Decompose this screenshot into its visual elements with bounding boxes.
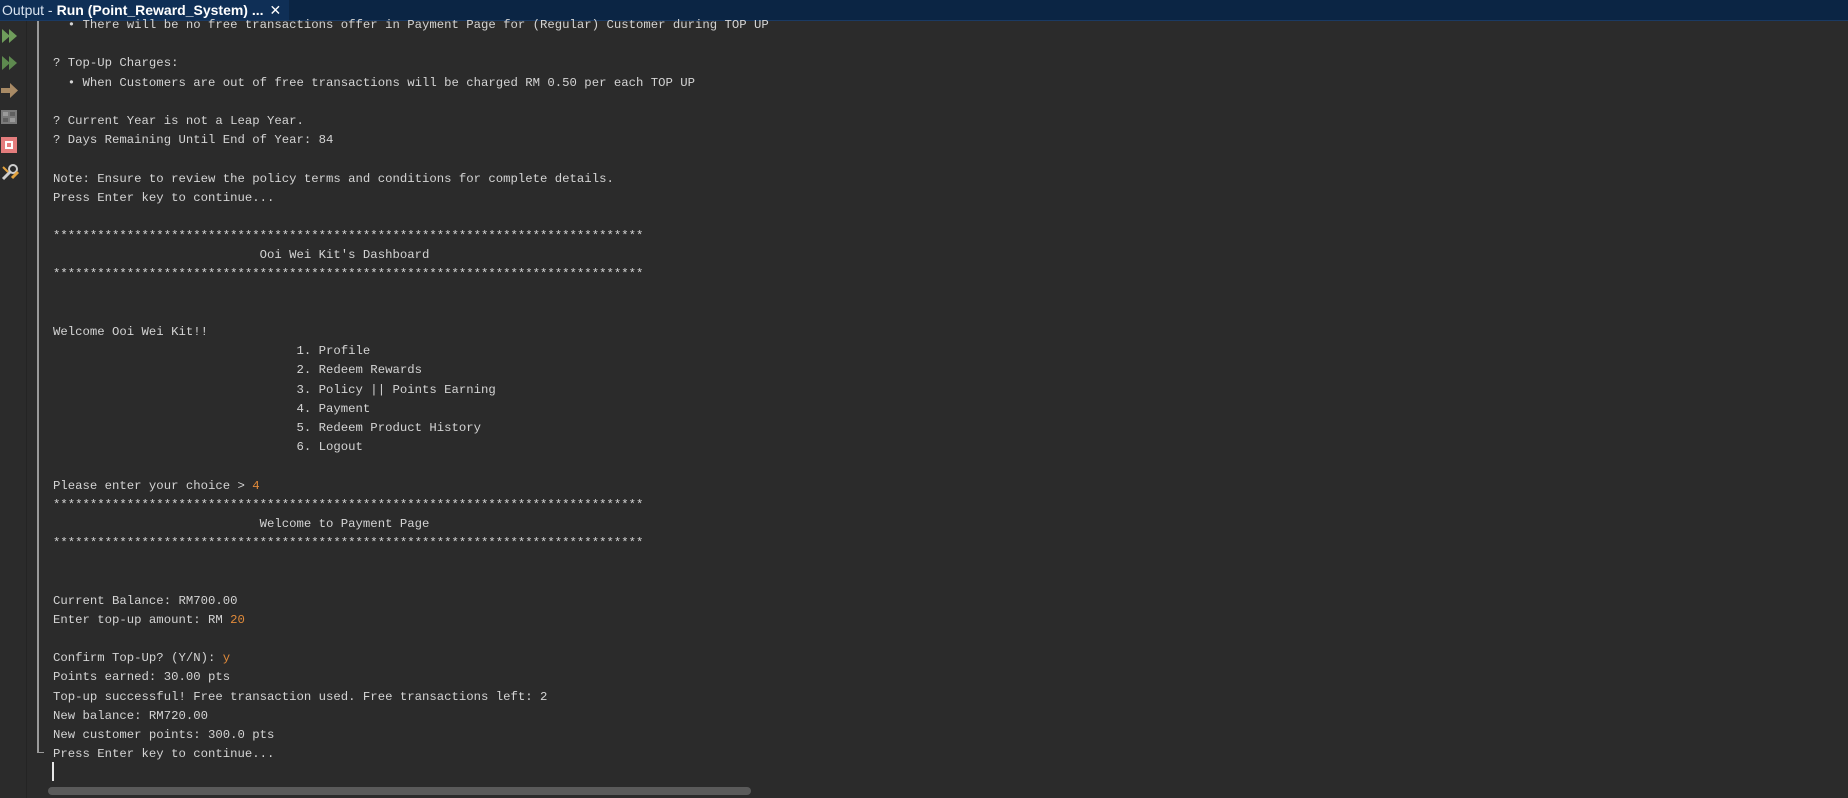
console-line: New balance: RM720.00 [53, 707, 1833, 726]
scrollbar-thumb[interactable] [48, 787, 751, 795]
step-icon[interactable] [0, 79, 22, 101]
console-text: ****************************************… [53, 267, 644, 282]
console-text: 4. Payment [53, 401, 371, 416]
console-text: Confirm Top-Up? (Y/N): [53, 651, 223, 666]
console-line: Top-up successful! Free transaction used… [53, 688, 1833, 707]
console-text: Note: Ensure to review the policy terms … [53, 171, 614, 186]
console-line: ****************************************… [53, 227, 1833, 246]
console-line: 6. Logout [53, 438, 1833, 457]
console-output[interactable]: • There will be no free transactions off… [53, 16, 1833, 782]
console-line: Ooi Wei Kit's Dashboard [53, 246, 1833, 265]
tools-icon[interactable] [0, 162, 22, 184]
console-text: New customer points: 300.0 pts [53, 727, 275, 742]
console-line: Points earned: 30.00 pts [53, 668, 1833, 687]
output-window: Output - Run (Point_Reward_System) ... ✕ [0, 0, 1848, 798]
console-text: 3. Policy || Points Earning [53, 382, 496, 397]
console-text: 2. Redeem Rewards [53, 363, 422, 378]
console-text: Top-up successful! Free transaction used… [53, 689, 548, 704]
console-text: Ooi Wei Kit's Dashboard [53, 248, 430, 263]
console-text: ? Current Year is not a Leap Year. [53, 113, 304, 128]
output-toolbar [0, 21, 27, 798]
console-line: 2. Redeem Rewards [53, 361, 1833, 380]
fold-guide-end [37, 752, 44, 753]
user-input: y [222, 651, 231, 666]
console-text: Press Enter key to continue... [53, 190, 275, 205]
console-text: 6. Logout [53, 440, 363, 455]
console-text: ? Days Remaining Until End of Year: 84 [53, 133, 334, 148]
tab-prefix: Output - [2, 2, 53, 18]
console-line: ****************************************… [53, 534, 1833, 553]
console-text: Welcome Ooi Wei Kit!! [53, 325, 208, 339]
console-line: 5. Redeem Product History [53, 419, 1833, 438]
console-text: Enter top-up amount: RM [53, 612, 231, 627]
console-text: ****************************************… [53, 536, 644, 551]
console-line: ? Days Remaining Until End of Year: 84 [53, 131, 1833, 150]
user-input: 4 [252, 478, 260, 493]
console-text: 5. Redeem Product History [53, 420, 482, 435]
console-text: Press Enter key to continue... [53, 747, 275, 762]
rerun-with-options-icon[interactable] [0, 52, 22, 74]
console-text: • When Customers are out of free transac… [53, 75, 696, 90]
console-line: ****************************************… [53, 265, 1833, 284]
console-text: ****************************************… [53, 497, 644, 512]
console-line: 4. Payment [53, 400, 1833, 419]
horizontal-scrollbar[interactable] [28, 784, 1848, 798]
console-line: New customer points: 300.0 pts [53, 726, 1833, 745]
console-line: • When Customers are out of free transac… [53, 74, 1833, 93]
console-line: 3. Policy || Points Earning [53, 381, 1833, 400]
console-line: Enter top-up amount: RM 20 [53, 611, 1833, 630]
rerun-icon[interactable] [0, 25, 22, 47]
user-input: 20 [230, 612, 245, 627]
console-line: Please enter your choice > 4 [53, 477, 1833, 496]
console-line: Welcome to Payment Page [53, 515, 1833, 534]
console-text: ? Top-Up Charges: [53, 56, 179, 71]
console-line: Confirm Top-Up? (Y/N): y [53, 649, 1833, 668]
console-line: 1. Profile [53, 342, 1833, 361]
console-text: Please enter your choice > [53, 478, 253, 493]
stop-icon[interactable] [0, 134, 22, 156]
console-text: 1. Profile [53, 344, 371, 359]
console-line: • There will be no free transactions off… [53, 16, 1833, 35]
console-text: Welcome to Payment Page [53, 516, 430, 531]
settings-icon[interactable] [0, 107, 22, 129]
console-text: New balance: RM720.00 [53, 708, 208, 723]
console-text: Current Balance: RM700.00 [53, 593, 238, 608]
console-line: ? Current Year is not a Leap Year. [53, 112, 1833, 131]
input-caret [52, 762, 54, 781]
console-line: ****************************************… [53, 496, 1833, 515]
console-line: Note: Ensure to review the policy terms … [53, 170, 1833, 189]
console-line: Press Enter key to continue... [53, 745, 1833, 764]
console-text: ****************************************… [53, 229, 644, 244]
console-line: Welcome Ooi Wei Kit!! [53, 323, 1833, 342]
fold-guide-line [37, 21, 39, 753]
console-line: Current Balance: RM700.00 [53, 592, 1833, 611]
console-line: ? Top-Up Charges: [53, 54, 1833, 73]
console-line: Press Enter key to continue... [53, 189, 1833, 208]
console-text: • There will be no free transactions off… [53, 18, 769, 32]
console-text: Points earned: 30.00 pts [53, 670, 231, 685]
